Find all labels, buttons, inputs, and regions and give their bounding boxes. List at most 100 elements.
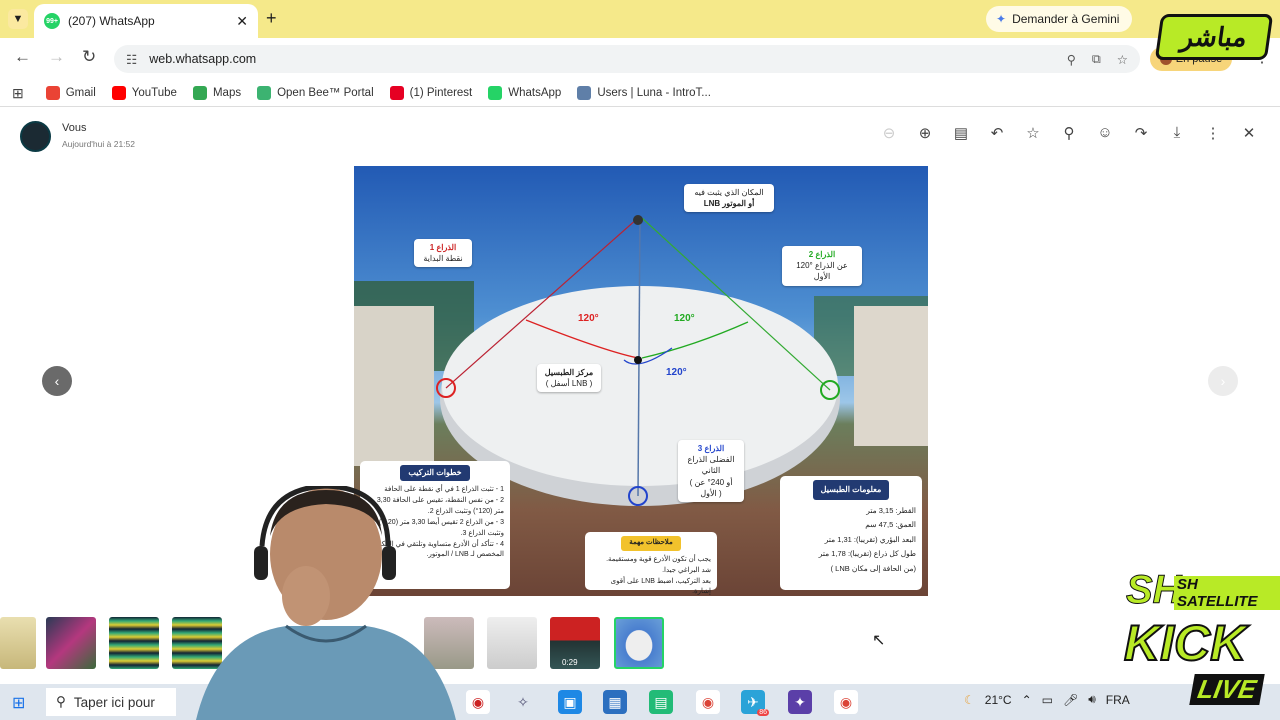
- bookmark-star-icon[interactable]: ☆: [1117, 52, 1128, 67]
- zoom-out-icon[interactable]: ⊖: [880, 124, 898, 142]
- angle-3: 120°: [666, 367, 687, 378]
- video-thumbnail[interactable]: 0:29: [550, 617, 600, 669]
- bookmark-item[interactable]: (1) Pinterest: [389, 86, 473, 100]
- taskbar-search-placeholder: Taper ici pour: [73, 694, 155, 710]
- reply-icon[interactable]: ↶: [988, 124, 1006, 142]
- moon-icon: ☾: [964, 692, 975, 707]
- site-settings-icon[interactable]: ☷: [126, 52, 137, 67]
- info-title: معلومات الطبسيل: [812, 480, 890, 500]
- mubasher-logo: مباشر: [1154, 14, 1274, 60]
- pin-icon[interactable]: ⚲: [1060, 124, 1078, 142]
- network-icon[interactable]: ▭: [1042, 693, 1053, 707]
- bookmark-favicon-icon: [577, 86, 592, 100]
- microphone-icon[interactable]: 🎤︎: [1063, 693, 1078, 707]
- chrome-icon[interactable]: ◉: [834, 690, 858, 714]
- apps-grid-icon[interactable]: ⊞: [12, 85, 24, 102]
- center-title: مركز الطبسيل: [544, 368, 594, 377]
- bookmark-label: YouTube: [131, 87, 177, 99]
- calculator-icon[interactable]: ▦: [603, 690, 627, 714]
- address-bar[interactable]: ☷ web.whatsapp.com ⚲ ⧉ ☆: [114, 45, 1140, 73]
- telegram-icon[interactable]: ✈ 86: [741, 690, 769, 716]
- angle-2: 120°: [674, 313, 695, 324]
- info-5: (من الحافة إلى مكان LNB ): [830, 564, 916, 574]
- mouse-cursor-icon: ↖: [872, 632, 886, 649]
- gemini-label: Demander à Gemini: [1012, 12, 1120, 26]
- info-1: القطر: 3,15 متر: [866, 505, 916, 515]
- weather-temp[interactable]: 21°C: [985, 693, 1012, 707]
- app-icon[interactable]: ▤: [649, 690, 673, 714]
- windows-start-icon[interactable]: ⊞: [12, 693, 25, 713]
- bookmark-item[interactable]: YouTube: [111, 86, 177, 100]
- taskbar-search[interactable]: ⚲ Taper ici pour: [46, 688, 176, 716]
- download-icon[interactable]: ⤓: [1168, 124, 1186, 142]
- bookmark-label: (1) Pinterest: [409, 87, 473, 99]
- message-icon[interactable]: ▤: [952, 124, 970, 142]
- close-tab-icon[interactable]: ✕: [236, 13, 248, 30]
- zoom-in-icon[interactable]: ⊕: [916, 124, 934, 142]
- emoji-icon[interactable]: ☺: [1096, 124, 1114, 142]
- bookmark-item[interactable]: WhatsApp: [488, 86, 561, 100]
- back-arrow-icon[interactable]: ←: [14, 47, 31, 67]
- video-duration: 0:29: [562, 658, 578, 667]
- arm3-label: الذراع 3 الفضلى الذراع الثاني ( أو 240° …: [678, 440, 744, 502]
- avatar[interactable]: [20, 121, 51, 152]
- install-app-icon[interactable]: ⧉: [1092, 52, 1101, 67]
- gemini-icon: ✦: [996, 12, 1007, 26]
- arm1-title: الذراع 1: [429, 243, 457, 252]
- notes-title: ملاحظات مهمة: [621, 536, 681, 551]
- forward-icon[interactable]: ↷: [1132, 124, 1150, 142]
- thumbnail[interactable]: [109, 617, 159, 669]
- arm1-label: الذراع 1 نقطة البداية: [414, 239, 472, 268]
- bookmark-label: Open Bee™ Portal: [277, 87, 374, 99]
- bookmark-label: Users | Luna - IntroT...: [597, 87, 711, 99]
- zoom-icon[interactable]: ⚲: [1067, 52, 1076, 67]
- reload-icon[interactable]: ↻: [82, 47, 96, 67]
- forward-arrow-icon[interactable]: →: [48, 47, 65, 67]
- center-label: مركز الطبسيل ( أسفل LNB ): [537, 364, 601, 393]
- search-icon: ⚲: [56, 694, 66, 709]
- bookmarks-bar: ⊞ Gmail YouTube Maps Open Bee™ Portal (1) Pi…: [0, 80, 1280, 106]
- logo-kick-text: KICK: [1123, 614, 1247, 672]
- tab-search-button[interactable]: ▼: [8, 9, 28, 29]
- thumbnail[interactable]: [46, 617, 96, 669]
- note-1: يجب أن تكون الأذرع قوية ومستقيمة.: [606, 555, 711, 563]
- chrome-icon[interactable]: ◉: [696, 690, 720, 714]
- chevron-right-icon: ›: [1220, 373, 1226, 389]
- app-icon[interactable]: ▣: [558, 690, 582, 714]
- sh-satellite-kick-logo: SH SH SATELLITE KICK LIVE: [1118, 556, 1280, 720]
- new-tab-button[interactable]: +: [266, 8, 277, 29]
- arm3-desc2: ( أو 240° عن الأول ): [689, 477, 733, 498]
- more-options-icon[interactable]: ⋮: [1204, 124, 1222, 142]
- chevron-up-icon[interactable]: ⌃: [1022, 693, 1032, 707]
- center-desc: ( أسفل LNB ): [545, 379, 593, 389]
- bookmark-item[interactable]: Open Bee™ Portal: [257, 86, 374, 100]
- thumbnail[interactable]: [487, 617, 537, 669]
- chevron-left-icon: ‹: [54, 373, 60, 389]
- thumbnail[interactable]: [0, 617, 36, 669]
- bookmark-item[interactable]: Maps: [192, 86, 241, 100]
- arm1-desc: نقطة البداية: [423, 254, 463, 264]
- lnb-label-line1: المكان الذي يثبت فيه: [694, 188, 764, 197]
- star-icon[interactable]: ☆: [1024, 124, 1042, 142]
- url-text: web.whatsapp.com: [149, 52, 257, 66]
- volume-icon[interactable]: 🔊︎: [1088, 692, 1096, 707]
- bookmark-favicon-icon: [389, 86, 404, 100]
- angle-1: 120°: [578, 313, 599, 324]
- bookmark-favicon-icon: [111, 86, 126, 100]
- next-media-button[interactable]: ›: [1208, 366, 1238, 396]
- info-2: العمق: 47,5 سم: [865, 520, 916, 530]
- thumbnail-selected[interactable]: [614, 617, 664, 669]
- bookmark-item[interactable]: Gmail: [45, 86, 96, 100]
- whatsapp-favicon-icon: 99+: [44, 13, 60, 29]
- message-time: Aujourd'hui à 21:52: [62, 139, 135, 149]
- bookmark-item[interactable]: Users | Luna - IntroT...: [577, 86, 711, 100]
- app-icon[interactable]: ✦: [788, 690, 812, 714]
- chrome-canary-icon[interactable]: ◉: [466, 690, 490, 714]
- gemini-button[interactable]: ✦ Demander à Gemini: [986, 6, 1132, 32]
- tab-whatsapp[interactable]: 99+ (207) WhatsApp ✕: [34, 4, 258, 38]
- arm2-label: الذراع 2 120° عن الذراع الأول: [782, 246, 862, 286]
- app-icon[interactable]: ✧: [511, 690, 535, 714]
- previous-media-button[interactable]: ‹: [42, 366, 72, 396]
- close-icon[interactable]: ✕: [1240, 124, 1258, 142]
- arm2-title: الذراع 2: [808, 250, 836, 259]
